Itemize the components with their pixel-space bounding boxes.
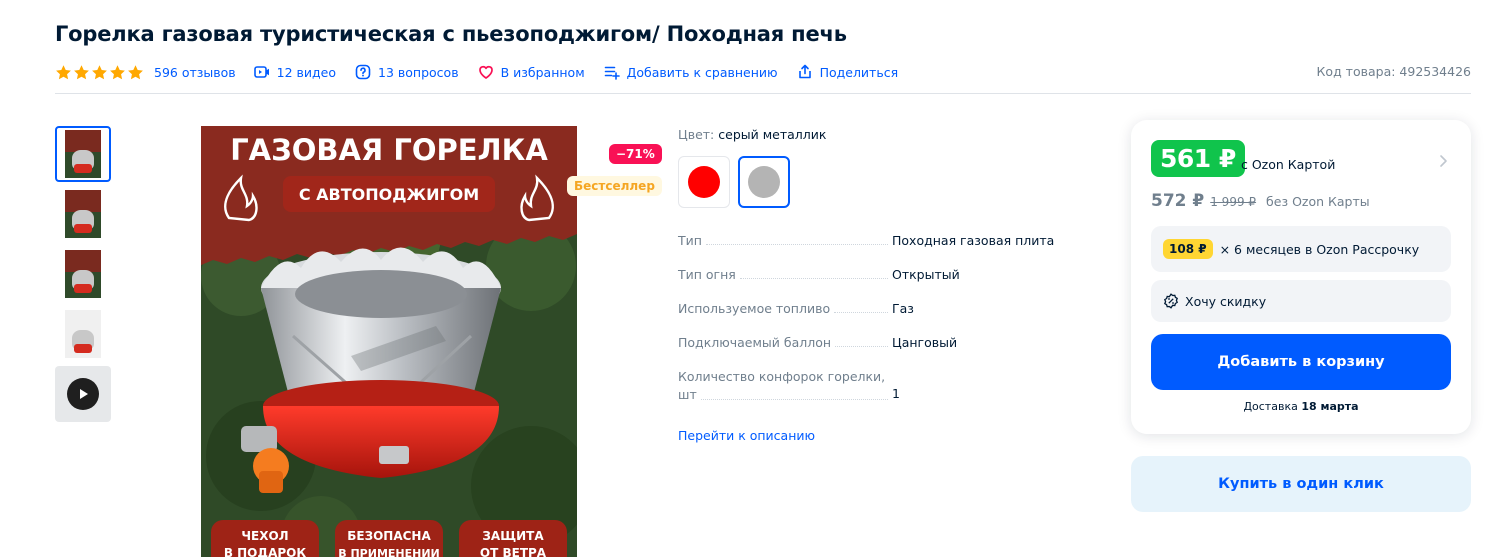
want-discount-label: Хочу скидку — [1185, 293, 1267, 309]
spec-name: Подключаемый баллон — [678, 335, 832, 350]
thumbnail-image — [65, 250, 101, 298]
regular-price: 572 ₽ — [1151, 191, 1205, 211]
thumbnail-2[interactable] — [55, 186, 111, 242]
thumbnail-strip — [55, 126, 111, 426]
bestseller-badge: Бестселлер — [567, 176, 662, 196]
go-to-description-link[interactable]: Перейти к описанию — [678, 428, 815, 443]
spec-value: Походная газовая плита — [892, 233, 1055, 248]
questions-label: 13 вопросов — [378, 64, 459, 80]
header-divider — [55, 93, 1471, 94]
spec-row-fire: Тип огня Открытый — [678, 267, 1108, 282]
share-label: Поделиться — [819, 64, 899, 80]
product-title: Горелка газовая туристическая с пьезопод… — [55, 22, 847, 46]
rating-stars[interactable] — [55, 64, 144, 81]
want-discount-button[interactable]: Хочу скидку — [1151, 280, 1451, 322]
without-card-label: без Ozon Карты — [1266, 194, 1370, 209]
spec-value: Открытый — [892, 267, 960, 282]
regular-price-row: 572 ₽ 1 999 ₽ без Ozon Карты — [1151, 191, 1370, 211]
star-icon — [92, 64, 107, 79]
add-to-cart-button[interactable]: Добавить в корзину — [1151, 334, 1451, 390]
installment-offer[interactable]: 108 ₽ × 6 месяцев в Ozon Рассрочку — [1151, 226, 1451, 272]
star-icon — [56, 64, 71, 79]
grey-dot — [748, 166, 780, 198]
share-icon — [798, 64, 811, 79]
thumbnail-image — [65, 310, 101, 358]
spec-name-line2: шт — [678, 387, 697, 402]
favorite-link[interactable]: В избранном — [478, 64, 585, 80]
ozon-card-price: 561 ₽ — [1151, 140, 1245, 177]
thumbnail-3[interactable] — [55, 246, 111, 302]
price-card: 561 ₽ с Ozon Картой 572 ₽ 1 999 ₽ без Oz… — [1131, 120, 1471, 434]
installment-badge: 108 ₽ — [1163, 239, 1213, 259]
video-icon — [253, 66, 269, 78]
product-photo: ГАЗОВАЯ ГОРЕЛКА С АВТОПОДЖИГОМ ЧЕХОЛ В П… — [201, 126, 577, 557]
compare-link[interactable]: Добавить к сравнению — [604, 64, 778, 80]
reviews-link[interactable]: 596 отзывов — [154, 65, 236, 80]
buy-one-click-button[interactable]: Купить в один клик — [1131, 456, 1471, 512]
chevron-right-icon[interactable] — [1439, 154, 1449, 168]
image-headline: ГАЗОВАЯ ГОРЕЛКА — [230, 133, 548, 167]
thumbnail-4[interactable] — [55, 306, 111, 362]
heart-icon — [478, 65, 493, 79]
thumbnail-image — [65, 130, 101, 178]
image-tag-1-line2: В ПОДАРОК — [224, 546, 307, 557]
thumbnail-1[interactable] — [55, 126, 111, 182]
spec-row-cylinder: Подключаемый баллон Цанговый — [678, 335, 1108, 350]
image-tag-2-line2: В ПРИМЕНЕНИИ — [338, 547, 440, 557]
compare-icon — [604, 66, 620, 80]
discount-icon — [1163, 293, 1179, 309]
old-price: 1 999 ₽ — [1210, 195, 1257, 209]
red-dot — [688, 166, 720, 198]
spec-row-burners: Количество конфорок горелки, шт — [678, 368, 892, 404]
reviews-label: 596 отзывов — [154, 64, 236, 80]
thumbnail-video[interactable] — [55, 366, 111, 422]
color-value: серый металлик — [718, 127, 827, 142]
videos-link[interactable]: 12 видео — [253, 64, 337, 80]
delivery-info: Доставка 18 марта — [1131, 400, 1471, 413]
thumbnail-image — [65, 190, 101, 238]
question-icon — [355, 64, 371, 80]
spec-name-line1: Количество конфорок горелки, — [678, 369, 886, 384]
delivery-date: 18 марта — [1301, 400, 1359, 413]
questions-link[interactable]: 13 вопросов — [355, 64, 459, 80]
image-tag-3-line2: ОТ ВЕТРА — [480, 546, 547, 557]
product-meta-row: 596 отзывов 12 видео 13 вопросов В избра… — [55, 62, 917, 82]
spec-value: Газ — [892, 301, 914, 316]
delivery-label: Доставка — [1243, 400, 1298, 413]
color-swatch-grey[interactable] — [738, 156, 790, 208]
spec-value: Цанговый — [892, 335, 958, 350]
spec-name: Используемое топливо — [678, 301, 831, 316]
spec-value-burners: 1 — [892, 386, 900, 401]
installment-text: × 6 месяцев в Ozon Рассрочку — [1219, 241, 1420, 257]
image-subheadline: С АВТОПОДЖИГОМ — [299, 185, 479, 204]
star-icon — [128, 64, 143, 79]
spec-row-type: Тип Походная газовая плита — [678, 233, 1108, 248]
favorite-label: В избранном — [500, 64, 585, 80]
star-icon — [110, 64, 125, 79]
share-link[interactable]: Поделиться — [797, 64, 899, 80]
compare-label: Добавить к сравнению — [626, 64, 778, 80]
image-tag-1-line1: ЧЕХОЛ — [241, 529, 288, 543]
videos-label: 12 видео — [276, 64, 337, 80]
spec-name: Тип огня — [678, 267, 736, 282]
product-sku: Код товара: 492534426 — [1316, 64, 1471, 79]
image-tag-2-line1: БЕЗОПАСНА — [347, 529, 431, 543]
color-swatch-red[interactable] — [678, 156, 730, 208]
color-label-prefix: Цвет: — [678, 127, 715, 142]
main-product-image[interactable]: ГАЗОВАЯ ГОРЕЛКА С АВТОПОДЖИГОМ ЧЕХОЛ В П… — [201, 126, 577, 557]
spec-row-fuel: Используемое топливо Газ — [678, 301, 1108, 316]
discount-badge: −71% — [609, 144, 662, 164]
play-icon — [67, 378, 99, 410]
ozon-card-label: с Ozon Картой — [1241, 157, 1336, 172]
spec-name: Тип — [678, 233, 702, 248]
image-tag-3-line1: ЗАЩИТА — [482, 529, 544, 543]
star-icon — [74, 64, 89, 79]
color-label: Цвет: серый металлик — [678, 127, 826, 142]
